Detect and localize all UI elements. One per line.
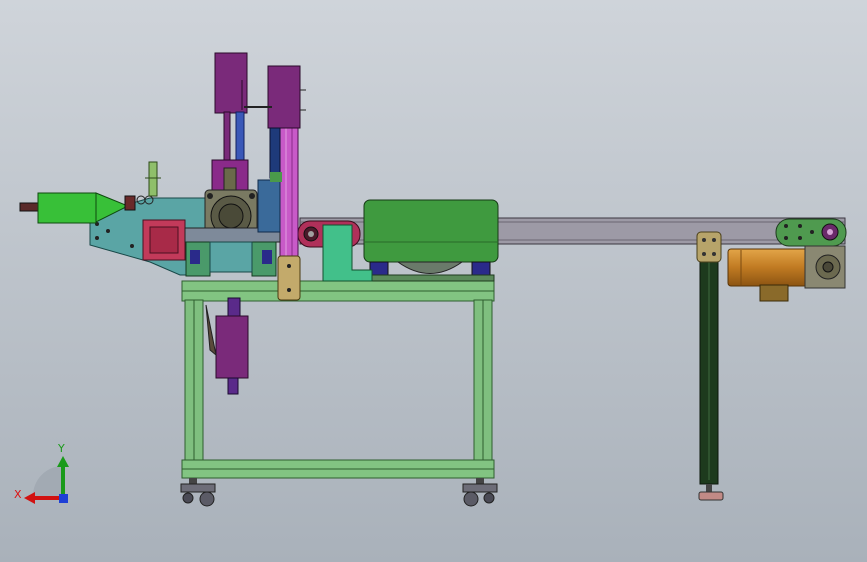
upper-cylinder-left — [214, 52, 248, 165]
leveling-foot-left — [180, 478, 216, 507]
drive-motor-housing — [363, 199, 499, 282]
support-column — [696, 231, 724, 501]
leveling-foot-right — [462, 478, 498, 507]
lower-cylinder — [205, 297, 249, 395]
coordinate-triad — [24, 456, 69, 504]
machine-drawing — [19, 52, 847, 507]
axis-x-label: X — [14, 488, 22, 501]
cad-viewport[interactable]: X Y — [0, 0, 867, 562]
gear-motor — [727, 245, 846, 302]
axis-y-label: Y — [58, 442, 65, 455]
conveyor-end-plate-right — [775, 218, 847, 247]
sensor-bracket — [145, 161, 161, 197]
z-axis-marker — [59, 494, 68, 503]
